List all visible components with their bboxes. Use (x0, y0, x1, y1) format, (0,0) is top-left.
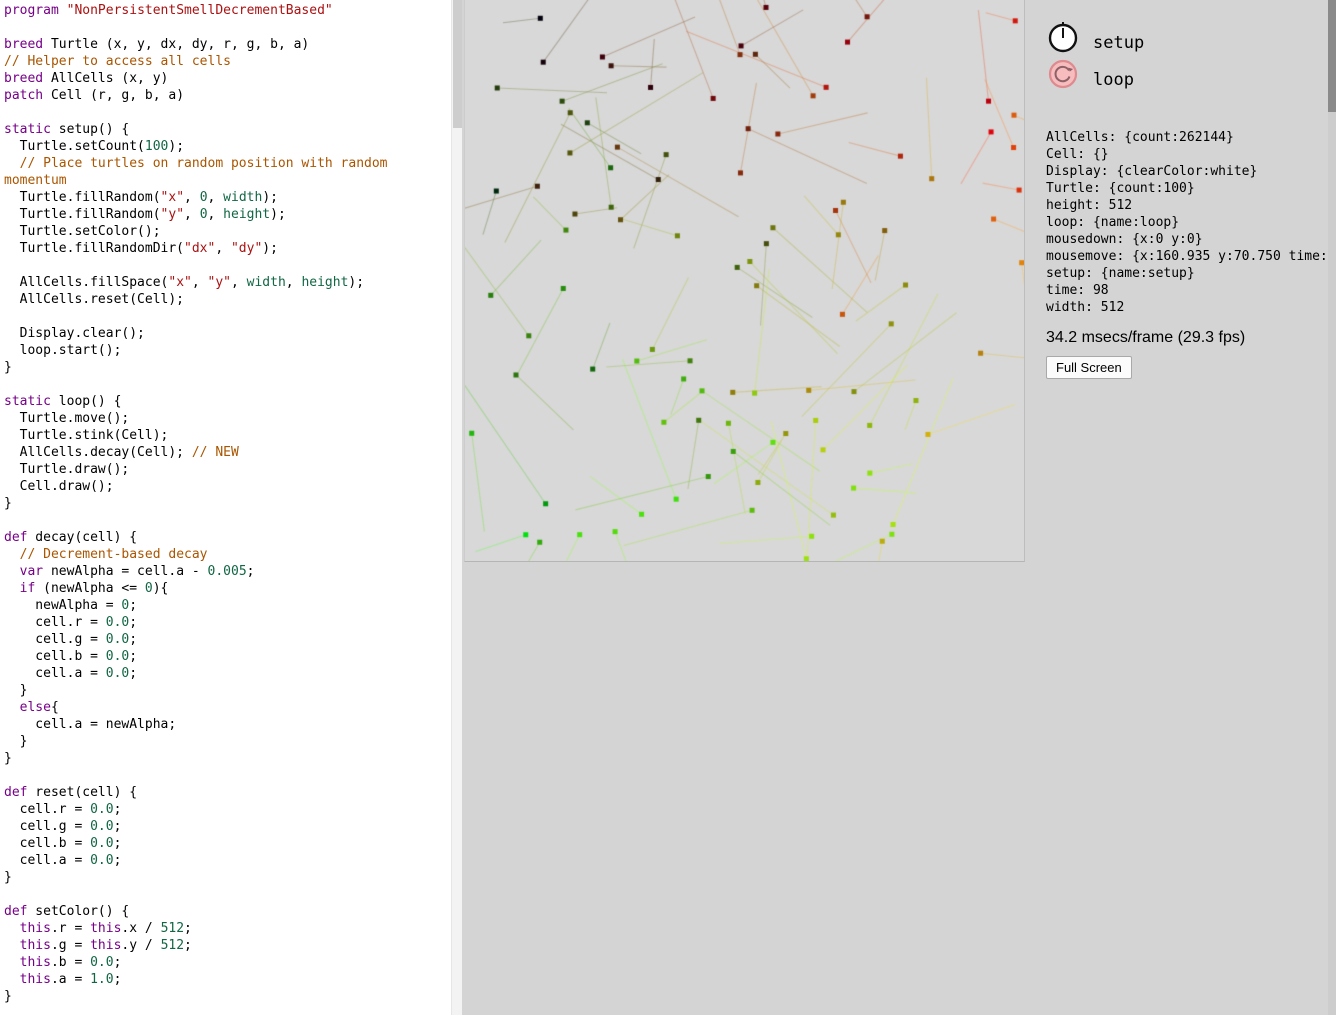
code-line: cell.a = 0.0; (4, 852, 451, 869)
code-line: this.a = 1.0; (4, 971, 451, 988)
code-line (4, 512, 451, 529)
code-line: } (4, 359, 451, 376)
code-line: // Decrement-based decay (4, 546, 451, 563)
code-line: // Helper to access all cells (4, 53, 451, 70)
code-line: } (4, 733, 451, 750)
code-line (4, 767, 451, 784)
code-line: cell.b = 0.0; (4, 648, 451, 665)
fullscreen-button[interactable]: Full Screen (1046, 356, 1132, 379)
code-line: Display.clear(); (4, 325, 451, 342)
code-line: Turtle.fillRandom("y", 0, height); (4, 206, 451, 223)
code-line: else{ (4, 699, 451, 716)
page-scrollbar[interactable] (1328, 0, 1336, 1015)
code-line: static loop() { (4, 393, 451, 410)
setup-button[interactable]: setup (1046, 20, 1206, 54)
state-variable: Cell: {} (1046, 146, 1328, 163)
code-line (4, 104, 451, 121)
code-line: breed Turtle (x, y, dx, dy, r, g, b, a) (4, 36, 451, 53)
code-line: Turtle.stink(Cell); (4, 427, 451, 444)
state-variables-list: AllCells: {count:262144}Cell: {}Display:… (1046, 129, 1328, 316)
code-editor[interactable]: program "NonPersistentSmellDecrementBase… (0, 0, 451, 1015)
clock-icon (1046, 20, 1080, 54)
code-line: Turtle.move(); (4, 410, 451, 427)
code-line: cell.r = 0.0; (4, 801, 451, 818)
code-line: AllCells.decay(Cell); // NEW (4, 444, 451, 461)
code-line: Turtle.setColor(); (4, 223, 451, 240)
page-scrollbar-thumb[interactable] (1328, 0, 1336, 112)
state-variable: loop: {name:loop} (1046, 214, 1328, 231)
code-line: cell.a = 0.0; (4, 665, 451, 682)
editor-scrollbar-thumb[interactable] (453, 0, 462, 128)
state-variable: Turtle: {count:100} (1046, 180, 1328, 197)
code-line: cell.b = 0.0; (4, 835, 451, 852)
code-line (4, 257, 451, 274)
code-line: Turtle.setCount(100); (4, 138, 451, 155)
code-line: cell.r = 0.0; (4, 614, 451, 631)
code-line: Turtle.fillRandom("x", 0, width); (4, 189, 451, 206)
code-line: if (newAlpha <= 0){ (4, 580, 451, 597)
state-variable: mousedown: {x:0 y:0} (1046, 231, 1328, 248)
editor-scrollbar[interactable] (451, 0, 462, 1015)
state-variable: width: 512 (1046, 299, 1328, 316)
code-line: Cell.draw(); (4, 478, 451, 495)
code-line: breed AllCells (x, y) (4, 70, 451, 87)
code-line (4, 376, 451, 393)
code-line: } (4, 750, 451, 767)
code-line: var newAlpha = cell.a - 0.005; (4, 563, 451, 580)
state-variable: AllCells: {count:262144} (1046, 129, 1328, 146)
code-line: cell.a = newAlpha; (4, 716, 451, 733)
code-line: cell.g = 0.0; (4, 818, 451, 835)
state-variable: Display: {clearColor:white} (1046, 163, 1328, 180)
code-line: newAlpha = 0; (4, 597, 451, 614)
frame-stats: 34.2 msecs/frame (29.3 fps) (1046, 328, 1328, 348)
code-line: // Place turtles on random position with… (4, 155, 451, 172)
code-line: patch Cell (r, g, b, a) (4, 87, 451, 104)
code-line: Turtle.fillRandomDir("dx", "dy"); (4, 240, 451, 257)
code-line: AllCells.reset(Cell); (4, 291, 451, 308)
state-variable: height: 512 (1046, 197, 1328, 214)
code-line: this.g = this.y / 512; (4, 937, 451, 954)
code-line: program "NonPersistentSmellDecrementBase… (4, 2, 451, 19)
code-line: this.r = this.x / 512; (4, 920, 451, 937)
code-line: } (4, 495, 451, 512)
control-buttons: setup loop (1046, 0, 1328, 91)
loop-button[interactable]: loop (1046, 57, 1206, 91)
state-variable: mousemove: {x:160.935 y:70.750 time:9 (1046, 248, 1328, 265)
state-variable: time: 98 (1046, 282, 1328, 299)
code-line: def setColor() { (4, 903, 451, 920)
code-line: cell.g = 0.0; (4, 631, 451, 648)
setup-button-label: setup (1093, 33, 1144, 54)
code-line: def decay(cell) { (4, 529, 451, 546)
state-variable: setup: {name:setup} (1046, 265, 1328, 282)
app-root: program "NonPersistentSmellDecrementBase… (0, 0, 1336, 1015)
code-line: this.b = 0.0; (4, 954, 451, 971)
code-line (4, 886, 451, 903)
code-line: momentum (4, 172, 451, 189)
code-line: } (4, 682, 451, 699)
code-line (4, 308, 451, 325)
loop-arrow-icon (1046, 57, 1080, 91)
code-line: Turtle.draw(); (4, 461, 451, 478)
code-line: loop.start(); (4, 342, 451, 359)
code-line: } (4, 869, 451, 886)
control-panel: setup loop AllCells: {count:262144}Cell:… (1046, 0, 1328, 1015)
loop-button-label: loop (1093, 70, 1134, 91)
code-line: static setup() { (4, 121, 451, 138)
code-line (4, 19, 451, 36)
code-line: AllCells.fillSpace("x", "y", width, heig… (4, 274, 451, 291)
code-line: def reset(cell) { (4, 784, 451, 801)
code-line: } (4, 988, 451, 1005)
simulation-canvas[interactable] (464, 0, 1025, 562)
